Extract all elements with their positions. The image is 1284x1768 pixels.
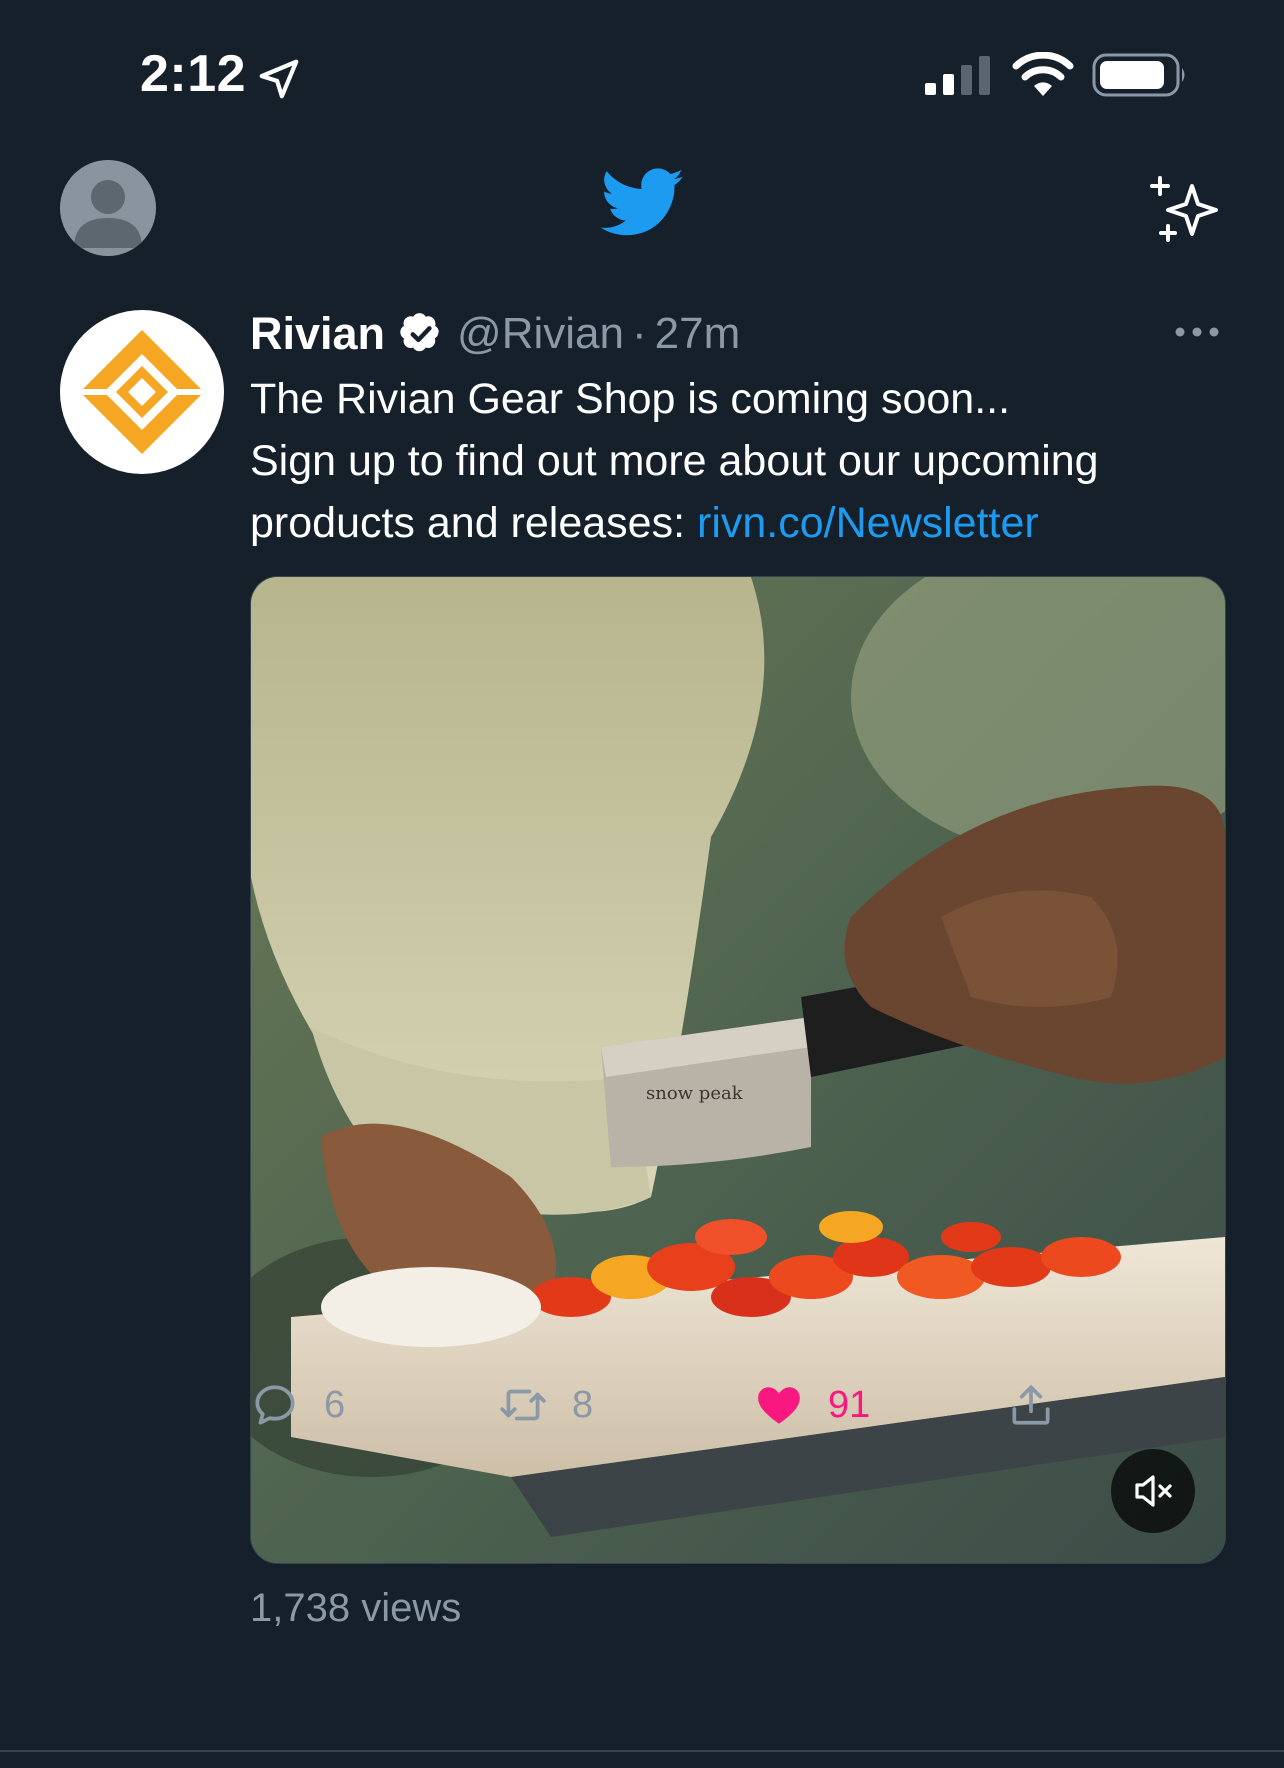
tweet-actions: 6 8 91: [0, 1370, 1284, 1440]
status-time: 2:12: [140, 45, 247, 103]
top-nav: [0, 150, 1284, 270]
heart-icon: [758, 1387, 800, 1424]
knife-brand-text: snow peak: [646, 1083, 744, 1104]
retweet-button[interactable]: 8: [498, 1370, 593, 1440]
like-button[interactable]: 91: [754, 1370, 870, 1440]
tweet-text-line: Sign up to find out more about our upcom…: [250, 437, 1099, 485]
tweet-text: The Rivian Gear Shop is coming soon... S…: [250, 368, 1230, 554]
profile-avatar[interactable]: [60, 160, 156, 256]
verified-badge-icon: [400, 313, 439, 352]
location-arrow-icon: [259, 59, 299, 99]
like-count: 91: [828, 1383, 871, 1426]
reply-button[interactable]: 6: [250, 1370, 345, 1440]
tweet-time[interactable]: 27m: [655, 309, 741, 359]
retweet-count: 8: [572, 1383, 594, 1426]
rivian-logo-icon: [80, 330, 204, 454]
author-name[interactable]: Rivian: [250, 308, 385, 360]
twitter-logo-icon[interactable]: [600, 168, 686, 238]
reply-count: 6: [324, 1383, 346, 1426]
tweet-text-segment: products and releases:: [250, 499, 697, 547]
sparkle-icon[interactable]: [1148, 172, 1224, 248]
more-options-icon[interactable]: [1174, 320, 1220, 344]
tweet[interactable]: Rivian @Rivian · 27m The Rivian Gear Sho…: [0, 290, 1284, 1750]
share-icon: [1012, 1385, 1050, 1425]
tweet-text-line: products and releases: rivn.co/Newslette…: [250, 492, 1230, 554]
retweet-icon: [500, 1389, 546, 1421]
mute-button[interactable]: [1111, 1449, 1195, 1533]
battery-icon: [1092, 53, 1185, 97]
author-avatar[interactable]: [60, 310, 224, 474]
tweet-header: Rivian @Rivian · 27m: [250, 304, 740, 364]
meta-separator: ·: [631, 309, 647, 358]
wifi-icon: [1012, 52, 1074, 96]
signal-icon: [925, 56, 990, 95]
author-handle[interactable]: @Rivian: [457, 309, 624, 359]
default-avatar-icon: [74, 180, 142, 248]
muted-speaker-icon: [1135, 1475, 1172, 1507]
view-count[interactable]: 1,738 views: [250, 1586, 461, 1631]
tweet-text-line: The Rivian Gear Shop is coming soon...: [250, 375, 1011, 423]
share-button[interactable]: [1006, 1370, 1056, 1440]
newsletter-link[interactable]: rivn.co/Newsletter: [697, 499, 1039, 547]
reply-icon: [255, 1385, 295, 1425]
status-bar: 2:12: [0, 0, 1284, 150]
divider: [0, 1750, 1284, 1752]
